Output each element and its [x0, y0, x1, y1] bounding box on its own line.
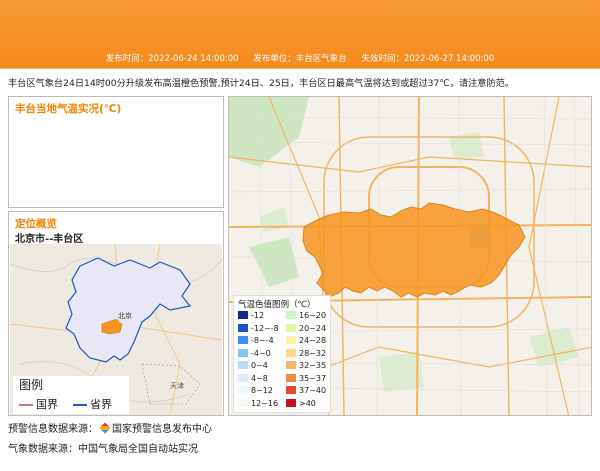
temperature-legend-item: >40 [286, 398, 330, 409]
temperature-swatch-icon [286, 398, 296, 407]
warning-source-name: 国家预警信息发布中心 [112, 424, 212, 435]
temperature-legend-item: -12 [238, 311, 282, 321]
location-panel-title: 定位概览 [15, 218, 57, 230]
temperature-swatch-icon [286, 336, 296, 344]
legend-provincial-border: 省界 [73, 396, 112, 412]
local-temperature-panel: 丰台当地气温实况(℃) [8, 96, 224, 208]
temperature-legend-item: 0~4 [238, 361, 282, 371]
temperature-swatch-icon [238, 398, 248, 407]
warning-map-panel[interactable]: 气温色值图例（℃） -12 16~20 -12~-8 20~24 -8~-4 24~28 -… [228, 96, 592, 416]
weather-data-source: 气象数据来源：中国气象局全国自动站实况 [8, 444, 198, 455]
national-border-line-icon [19, 404, 33, 406]
temperature-legend-item: 37~40 [286, 386, 330, 396]
provincial-border-label: 省界 [90, 398, 112, 411]
warning-source-label: 预警信息数据来源： [8, 424, 98, 435]
temperature-legend-item: 8~12 [238, 386, 282, 396]
location-overview-panel: 定位概览 北京市--丰台区 北京 天津 图例 国界 省界 [8, 211, 224, 416]
boundary-legend: 图例 国界 省界 [13, 376, 129, 414]
temperature-legend-label: -4~0 [251, 348, 271, 358]
temperature-swatch-icon [286, 323, 296, 332]
warning-meta: 发布时间：2022-06-24 14:00:00 发布单位：丰台区气象台 失效时… [0, 52, 600, 64]
warning-area-polygon[interactable] [302, 202, 526, 298]
issuer: 发布单位：丰台区气象台 [253, 54, 347, 64]
expire-time: 失效时间：2022-06-27 14:00:00 [361, 54, 495, 64]
temperature-legend-item: 28~32 [286, 348, 330, 359]
temperature-panel-title: 丰台当地气温实况(℃) [15, 103, 122, 115]
temperature-legend-label: 16~20 [299, 311, 327, 320]
temperature-swatch-icon [238, 336, 248, 344]
issue-time: 发布时间：2022-06-24 14:00:00 [105, 54, 239, 64]
temperature-legend-item: 20~24 [286, 323, 330, 334]
temperature-legend-label: 32~35 [299, 361, 327, 370]
temperature-swatch-icon [238, 373, 248, 382]
temperature-legend-label: 12~16 [251, 398, 279, 408]
temperature-swatch-icon [238, 386, 248, 394]
temperature-legend-label: -8~-4 [251, 336, 274, 345]
temperature-legend-title: 气温色值图例（℃） [238, 300, 316, 310]
temperature-swatch-icon [238, 361, 248, 369]
temperature-legend-label: -12~-8 [251, 323, 279, 333]
location-subtitle: 北京市--丰台区 [15, 234, 84, 245]
temperature-legend-label: -12 [251, 311, 265, 320]
temperature-legend-item: 35~37 [286, 373, 330, 384]
temperature-legend-item: 12~16 [238, 398, 282, 409]
temperature-legend-item: -12~-8 [238, 323, 282, 334]
temperature-legend-label: 4~8 [251, 373, 268, 383]
warning-source: 预警信息数据来源： 国家预警信息发布中心 [8, 420, 212, 435]
provincial-border-line-icon [73, 404, 87, 406]
legend-national-border: 国界 [19, 396, 58, 412]
temperature-swatch-icon [286, 373, 296, 382]
inset-beijing-label: 北京 [118, 311, 132, 320]
temperature-legend-label: 24~28 [299, 336, 327, 345]
temperature-legend-label: >40 [299, 398, 316, 408]
temperature-swatch-icon [286, 311, 296, 319]
temperature-swatch-icon [238, 311, 248, 319]
temperature-legend-item: -8~-4 [238, 336, 282, 346]
temperature-swatch-icon [286, 386, 296, 394]
temperature-legend-item: 32~35 [286, 361, 330, 371]
temperature-legend-item: 24~28 [286, 336, 330, 346]
temperature-legend-item: 16~20 [286, 311, 330, 321]
temperature-swatch-icon [238, 323, 248, 332]
temperature-legend-label: 35~37 [299, 373, 327, 383]
temperature-legend-label: 8~12 [251, 386, 273, 395]
boundary-legend-title: 图例 [19, 378, 44, 392]
temperature-swatch-icon [238, 348, 248, 357]
temperature-legend-item: 4~8 [238, 373, 282, 384]
header-bar: 发布时间：2022-06-24 14:00:00 发布单位：丰台区气象台 失效时… [0, 0, 600, 69]
warning-description: 丰台区气象台24日14时00分升级发布高温橙色预警,预计24日、25日，丰台区日… [8, 78, 515, 89]
temperature-swatch-icon [286, 361, 296, 369]
temperature-legend-label: 28~32 [299, 348, 327, 358]
temperature-legend-label: 0~4 [251, 361, 268, 370]
temperature-legend-label: 20~24 [299, 323, 327, 333]
temperature-legend-item: -4~0 [238, 348, 282, 359]
warning-center-logo-icon [99, 422, 111, 434]
national-border-label: 国界 [36, 398, 58, 411]
temperature-legend-label: 37~40 [299, 386, 327, 395]
inset-tianjin-label: 天津 [170, 382, 184, 390]
temperature-swatch-icon [286, 348, 296, 357]
temperature-color-legend: 气温色值图例（℃） -12 16~20 -12~-8 20~24 -8~-4 24~28 -… [233, 295, 331, 413]
